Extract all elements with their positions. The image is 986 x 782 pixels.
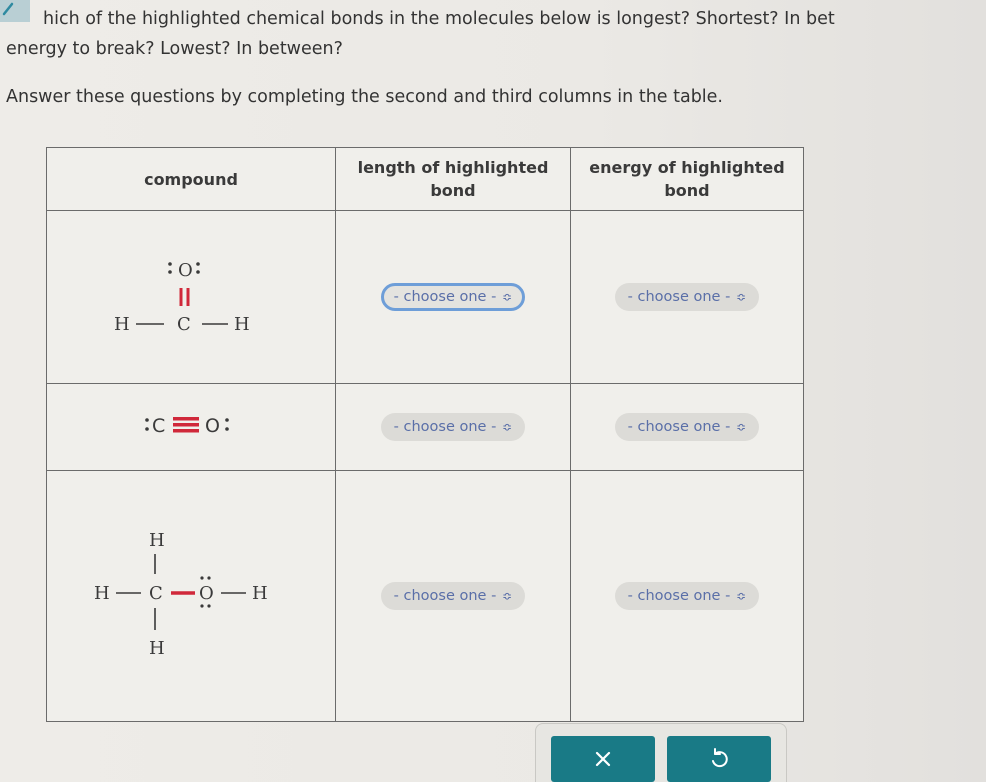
compound-cell-carbon-monoxide: C O (46, 383, 336, 471)
atom-h-bottom: H (149, 638, 165, 659)
energy-cell: - choose one - ≎ (570, 470, 804, 722)
updown-chevron-icon: ≎ (736, 420, 747, 434)
length-select-carbon-monoxide[interactable]: - choose one - ≎ (380, 413, 526, 441)
compound-cell-methanol: H H C O H H (46, 470, 336, 722)
table-row: C O - choose one - ≎ - choose one - ≎ (46, 383, 804, 471)
close-icon (595, 751, 611, 767)
length-select-methanol[interactable]: - choose one - ≎ (380, 582, 526, 610)
checkmark-tab (0, 0, 30, 22)
highlighted-triple-bond (173, 417, 199, 421)
question-line-2: energy to break? Lowest? In between? (6, 39, 343, 59)
atom-o: O (199, 583, 214, 604)
atom-h-left: H (94, 583, 110, 604)
select-value: - choose one - (627, 588, 731, 604)
select-value: - choose one - (393, 588, 497, 604)
energy-select-methanol[interactable]: - choose one - ≎ (614, 582, 760, 610)
undo-icon (712, 748, 728, 768)
header-length: length of highlighted bond (335, 147, 571, 211)
question-line-1: hich of the highlighted chemical bonds i… (43, 9, 835, 29)
header-energy-text: energy of highlighted bond (589, 158, 785, 200)
select-value: - choose one - (393, 289, 497, 305)
undo-button[interactable] (667, 736, 771, 782)
select-value: - choose one - (393, 419, 497, 435)
header-energy: energy of highlighted bond (570, 147, 804, 211)
table-row: O H C H - choose one - ≎ - choose one - … (46, 210, 804, 384)
energy-select-carbon-monoxide[interactable]: - choose one - ≎ (614, 413, 760, 441)
clear-button[interactable] (551, 736, 655, 782)
length-cell: - choose one - ≎ (335, 383, 571, 471)
formaldehyde-structure: O H C H (114, 260, 250, 335)
methanol-structure: H H C O H H (94, 530, 268, 659)
action-bar (535, 723, 787, 782)
updown-chevron-icon: ≎ (502, 420, 513, 434)
atom-h-top: H (149, 530, 165, 551)
energy-cell: - choose one - ≎ (570, 383, 804, 471)
energy-select-formaldehyde[interactable]: - choose one - ≎ (614, 283, 760, 311)
table-row: H H C O H H - choose one - ≎ - choose on… (46, 470, 804, 722)
instructions: Answer these questions by completing the… (6, 87, 723, 107)
energy-cell: - choose one - ≎ (570, 210, 804, 384)
header-compound: compound (46, 147, 336, 211)
header-length-text: length of highlighted bond (357, 158, 549, 200)
length-select-formaldehyde[interactable]: - choose one - ≎ (380, 283, 526, 311)
atom-c: C (152, 415, 165, 437)
atom-h-right: H (252, 583, 268, 604)
length-cell: - choose one - ≎ (335, 470, 571, 722)
checkmark-icon (2, 2, 14, 16)
select-value: - choose one - (627, 419, 731, 435)
atom-o: O (205, 415, 220, 437)
atom-c: C (177, 314, 191, 335)
updown-chevron-icon: ≎ (736, 589, 747, 603)
select-value: - choose one - (627, 289, 731, 305)
atom-c: C (149, 583, 163, 604)
atom-o: O (178, 260, 193, 281)
atom-h-right: H (234, 314, 250, 335)
length-cell: - choose one - ≎ (335, 210, 571, 384)
compound-cell-formaldehyde: O H C H (46, 210, 336, 384)
atom-h-left: H (114, 314, 130, 335)
carbon-monoxide-structure: C O (145, 415, 229, 437)
updown-chevron-icon: ≎ (502, 290, 513, 304)
bond-table: compound length of highlighted bond ener… (46, 147, 804, 722)
updown-chevron-icon: ≎ (502, 589, 513, 603)
updown-chevron-icon: ≎ (736, 290, 747, 304)
